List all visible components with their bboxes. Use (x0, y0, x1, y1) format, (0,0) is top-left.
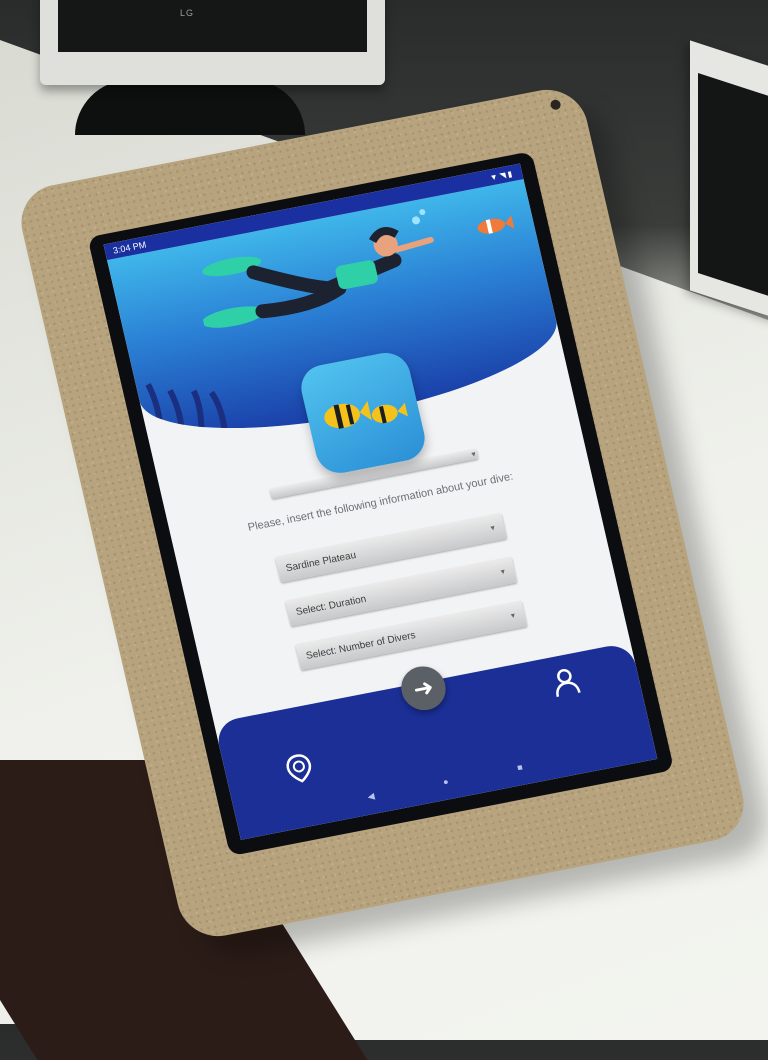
dive-site-value: Sardine Plateau (284, 549, 358, 574)
home-icon[interactable]: ● (442, 776, 450, 788)
recents-icon[interactable]: ■ (516, 762, 524, 774)
frame-hole (549, 98, 562, 111)
monitor-logo: LG (180, 8, 195, 18)
fish-logo-icon (324, 400, 408, 429)
monitor-stand (75, 80, 305, 135)
location-clock-icon[interactable] (283, 751, 315, 785)
back-icon[interactable]: ◀ (366, 791, 375, 803)
chevron-down-icon: ▼ (469, 450, 478, 459)
duration-value: Select: Duration (294, 593, 368, 618)
monitor-screen (58, 0, 367, 52)
background-monitor-left: LG (40, 0, 385, 85)
chevron-down-icon: ▼ (498, 567, 508, 577)
tablet-bezel: 3:04 PM ▼◥▮ ▼ Please, insert the followi… (87, 151, 675, 857)
status-time: 3:04 PM (111, 239, 148, 256)
background-monitor-right (690, 40, 768, 320)
arrow-right-icon: ➜ (410, 673, 437, 704)
clownfish-icon (477, 215, 515, 234)
seaweed-icon (145, 383, 229, 454)
monitor-screen-right (698, 72, 768, 300)
status-icons: ▼◥▮ (488, 168, 515, 182)
chevron-down-icon: ▼ (508, 611, 518, 620)
tablet-screen: 3:04 PM ▼◥▮ ▼ Please, insert the followi… (103, 163, 658, 840)
user-icon[interactable] (549, 665, 583, 700)
divers-value: Select: Number of Divers (304, 629, 417, 662)
chevron-down-icon: ▼ (488, 524, 497, 533)
